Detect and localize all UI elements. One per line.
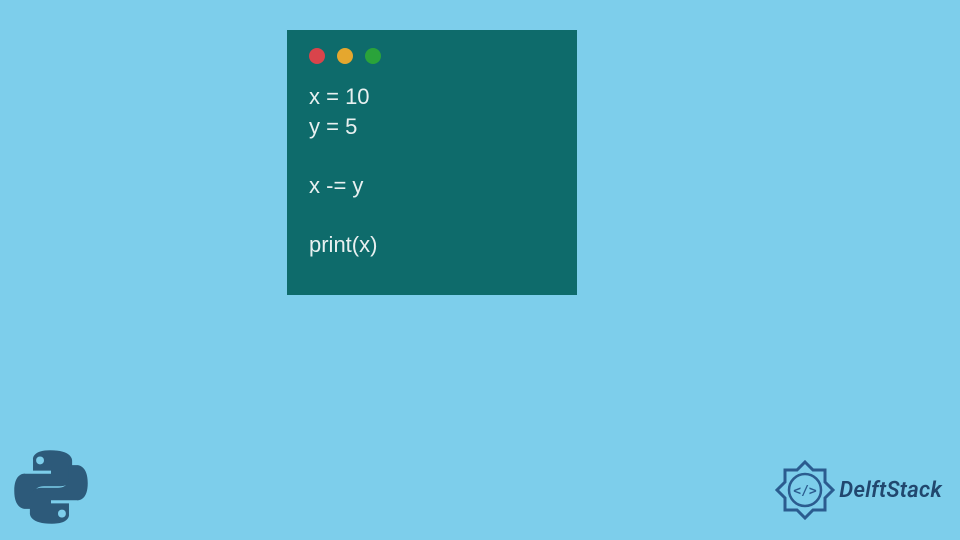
maximize-icon [365,48,381,64]
minimize-icon [337,48,353,64]
code-line: x = 10 [309,84,370,109]
window-controls [309,48,555,64]
close-icon [309,48,325,64]
delftstack-emblem-icon: </> [775,460,835,520]
delftstack-logo: </> DelftStack [775,460,942,520]
code-line: y = 5 [309,114,357,139]
code-line: x -= y [309,173,363,198]
delftstack-name: DelftStack [839,478,942,503]
code-line: print(x) [309,232,377,257]
code-content: x = 10 y = 5 x -= y print(x) [309,82,555,260]
code-window: x = 10 y = 5 x -= y print(x) [287,30,577,295]
python-logo-icon [8,444,94,530]
svg-text:</>: </> [794,484,818,499]
